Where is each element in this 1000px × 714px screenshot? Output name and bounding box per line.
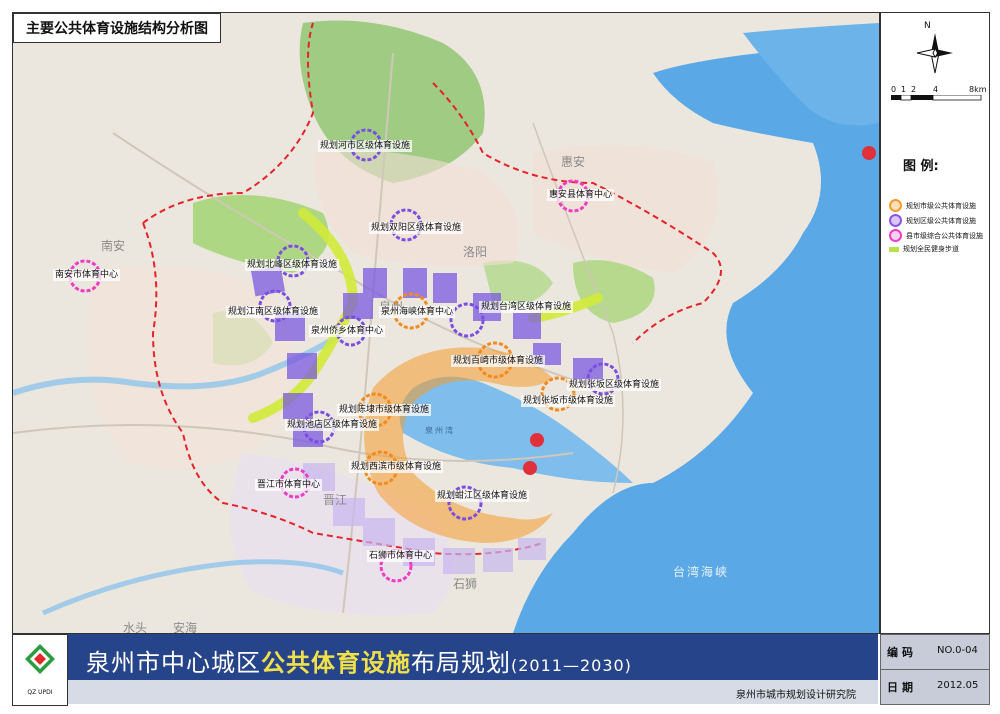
compass-icon [916,33,953,74]
place-name: 洛阳 [463,245,488,259]
scale-tick: 4 [933,85,939,94]
facility-label: 规划北峰区级体育设施 [245,259,340,271]
legend-item-label: 县市级综合公共体育设施 [906,231,983,240]
legend-item-label: 规划市级公共体育设施 [906,201,976,210]
plan-title-highlight: 公共体育设施 [261,649,411,677]
facility-label: 泉州侨乡体育中心 [309,325,386,337]
drawing-code-key: 编码 [887,646,917,659]
drawing-date-key: 日期 [887,681,917,694]
orange-circle-icon [889,199,902,212]
facility-label: 晋江市体育中心 [255,479,323,491]
north-label: N [924,21,931,31]
facility-label: 规划蚶江区级体育设施 [435,490,530,502]
map-title: 主要公共体育设施结构分析图 [13,13,221,43]
legend-item: 规划全民健身步道 [889,244,959,254]
legend-item: 规划区级公共体育设施 [889,214,976,227]
facility-label: 规划双阳区级体育设施 [369,222,464,234]
logo: QZ UPDI [12,634,68,706]
facility-label: 规划江南区级体育设施 [226,306,321,318]
scale-tick: 8km [969,85,987,94]
plan-title: 泉州市中心城区公共体育设施布局规划(2011—2030) [86,643,632,678]
map-area[interactable]: 主要公共体育设施结构分析图 惠安 南安 泉州 晋江 石狮 洛阳 安海 水头 泉州… [12,12,880,634]
plan-title-years: (2011—2030) [511,656,632,675]
drawing-date: 日期 2012.05 [880,669,990,705]
map-canvas [13,13,879,633]
title-block: QZ UPDI 泉州市中心城区公共体育设施布局规划(2011—2030) 泉州市… [12,634,990,706]
facility-label: 规划张坂市级体育设施 [521,395,616,407]
magenta-circle-icon [889,229,902,242]
trail-bar-icon [889,246,899,252]
legend-title: 图 例: [903,159,939,174]
scale-tick: 1 [901,85,907,94]
drawing-code: 编码 NO.0-04 [880,634,990,670]
drawing-date-value: 2012.05 [937,680,979,691]
facility-label: 规划台湾区级体育设施 [479,301,574,313]
purple-circle-icon [889,214,902,227]
sea-label: 台湾海峡 [673,565,730,579]
place-name: 水头 [123,621,148,634]
logo-icon [25,644,55,674]
place-name: 安海 [173,621,198,634]
plan-title-suffix: 布局规划 [411,649,511,677]
legend-item-label: 规划全民健身步道 [903,245,959,253]
facility-label: 规划百崎市级体育设施 [451,355,546,367]
facility-label: 惠安县体育中心 [547,189,615,201]
place-name: 石狮 [453,577,478,591]
place-name: 惠安 [561,155,586,169]
legend-item-label: 规划区级公共体育设施 [906,216,976,225]
legend-panel: N 0 1 2 4 8km 图 例: 规划市级公共体育设施 规划区级公共体育设施… [880,12,990,634]
facility-label: 规划陈埭市级体育设施 [337,404,432,416]
plan-title-bar: 泉州市中心城区公共体育设施布局规划(2011—2030) [68,634,878,680]
institute-bar: 泉州市城市规划设计研究院 [68,680,878,704]
facility-label: 南安市体育中心 [53,269,121,281]
facility-label: 泉州海峡体育中心 [379,306,456,318]
sea-label: 泉州湾 [425,426,455,435]
scale-bar [891,95,982,101]
facility-label: 规划池店区级体育设施 [285,419,380,431]
logo-text: QZ UPDI [27,689,53,696]
drawing-frame: 主要公共体育设施结构分析图 惠安 南安 泉州 晋江 石狮 洛阳 安海 水头 泉州… [0,0,1000,714]
drawing-code-value: NO.0-04 [937,645,978,656]
facility-label: 规划河市区级体育设施 [318,140,413,152]
facility-label: 规划西滨市级体育设施 [349,461,444,473]
plan-title-prefix: 泉州市中心城区 [86,649,261,677]
place-name: 晋江 [323,493,348,507]
scale-tick: 0 [891,85,897,94]
facility-label: 规划张坂区级体育设施 [567,379,662,391]
legend-item: 县市级综合公共体育设施 [889,229,983,242]
facility-label: 石狮市体育中心 [367,550,435,562]
place-name: 南安 [101,239,126,253]
legend-item: 规划市级公共体育设施 [889,199,976,212]
institute-name: 泉州市城市规划设计研究院 [736,690,856,701]
scale-tick: 2 [911,85,917,94]
